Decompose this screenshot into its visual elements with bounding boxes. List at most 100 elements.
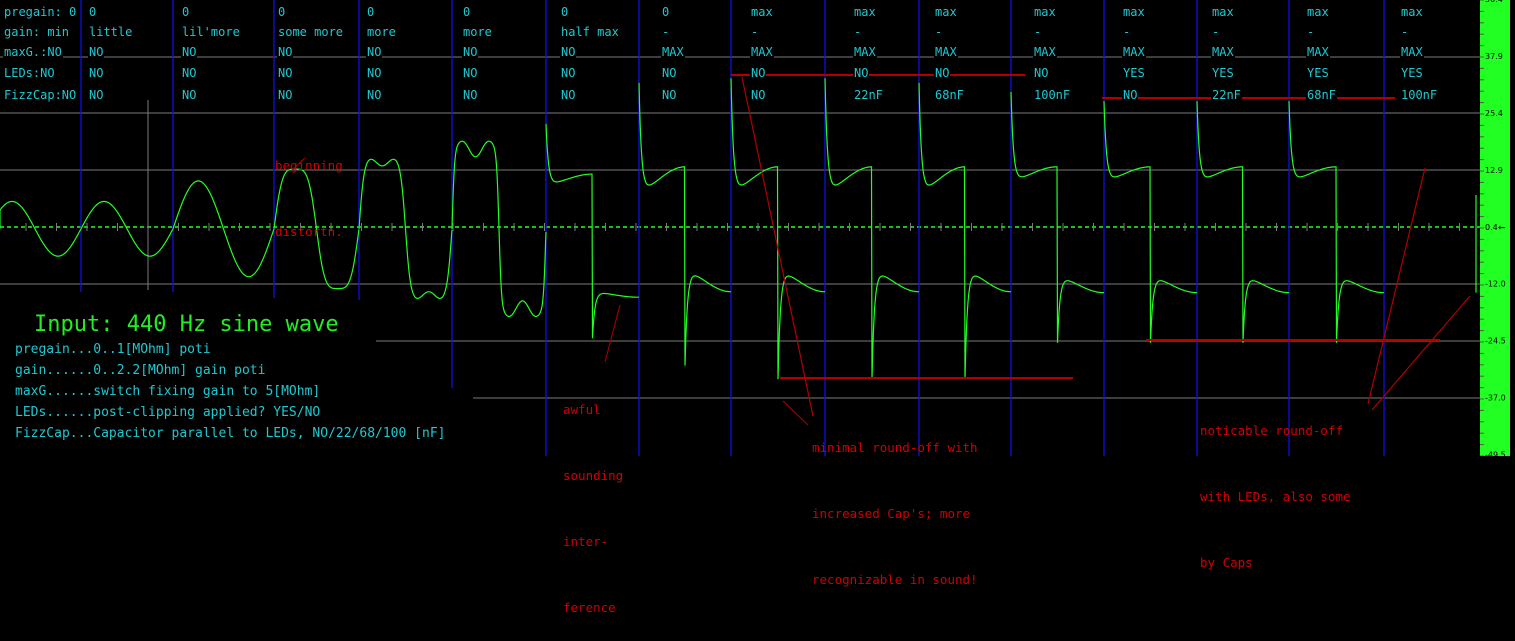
column-12-setting: NO [1122, 88, 1139, 102]
column-14-setting: 68nF [1306, 88, 1337, 102]
column-8-setting: max [750, 5, 774, 19]
note-line: by Caps [1200, 555, 1253, 570]
y-tick-label: 37.9 [1485, 52, 1503, 61]
column-5-setting: more [462, 25, 493, 39]
note-awful-interference: awful sounding inter- ference [563, 355, 623, 641]
y-tick-label: 12.9 [1485, 166, 1503, 175]
column-8-setting: NO [750, 66, 767, 80]
column-13-setting: YES [1211, 66, 1235, 80]
column-12-setting: YES [1122, 66, 1146, 80]
column-15-setting: 100nF [1400, 88, 1439, 102]
column-9-setting: - [853, 25, 863, 39]
column-4-setting: NO [366, 66, 383, 80]
baseline-marker-arrow-icon[interactable]: ← [1498, 220, 1505, 234]
column-3-setting: 0 [277, 5, 287, 19]
column-5-setting: NO [462, 45, 479, 59]
column-9-setting: MAX [853, 45, 877, 59]
legend-leds: LEDs......post-clipping applied? YES/NO [15, 405, 321, 420]
note-line: distortn. [275, 224, 343, 239]
column-5-setting: NO [462, 66, 479, 80]
legend-pregain: pregain...0..1[MOhm] poti [15, 342, 211, 357]
column-6-setting: NO [560, 45, 577, 59]
column-4-setting: NO [366, 88, 383, 102]
column-1-setting: NO [88, 45, 105, 59]
input-title: Input: 440 Hz sine wave [34, 312, 339, 337]
column-2-setting: NO [181, 45, 198, 59]
note-line: awful [563, 402, 601, 417]
note-noticable-roundoff: noticable round-off with LEDs, also some… [1200, 376, 1351, 596]
legend-gain: gain......0..2.2[MOhm] gain poti [15, 363, 266, 378]
row-label: gain: min [3, 25, 71, 39]
note-line: increased Cap's; more [812, 506, 971, 521]
column-12-setting: - [1122, 25, 1132, 39]
column-3-setting: NO [277, 88, 294, 102]
column-10-setting: - [934, 25, 944, 39]
column-10-setting: NO [934, 66, 951, 80]
row-label: LEDs:NO [3, 66, 56, 80]
column-5-setting: 0 [462, 5, 472, 19]
column-8-setting: NO [750, 88, 767, 102]
y-tick-label: -49.5 [1485, 451, 1506, 456]
column-7-setting: - [661, 25, 671, 39]
column-6-setting: half max [560, 25, 620, 39]
column-13-setting: max [1211, 5, 1235, 19]
column-13-setting: 22nF [1211, 88, 1242, 102]
column-9-setting: max [853, 5, 877, 19]
y-tick-label: -37.0 [1485, 394, 1506, 403]
y-tick-label: 0.4 [1485, 223, 1498, 232]
note-line: with LEDs, also some [1200, 489, 1351, 504]
column-11-setting: NO [1033, 66, 1050, 80]
column-7-setting: NO [661, 88, 678, 102]
column-14-setting: max [1306, 5, 1330, 19]
note-line: ference [563, 600, 616, 615]
column-14-setting: YES [1306, 66, 1330, 80]
column-1-setting: NO [88, 88, 105, 102]
column-11-setting: MAX [1033, 45, 1057, 59]
column-9-setting: 22nF [853, 88, 884, 102]
note-line: noticable round-off [1200, 423, 1343, 438]
column-13-setting: - [1211, 25, 1221, 39]
column-8-setting: - [750, 25, 760, 39]
column-15-setting: - [1400, 25, 1410, 39]
legend-maxg: maxG......switch fixing gain to 5[MOhm] [15, 384, 321, 399]
row-label: FizzCap:NO [3, 88, 78, 102]
column-1-setting: little [88, 25, 134, 39]
column-12-setting: MAX [1122, 45, 1146, 59]
y-tick-label: 50.4 [1485, 0, 1503, 4]
column-15-setting: YES [1400, 66, 1424, 80]
column-1-setting: NO [88, 66, 105, 80]
column-6-setting: NO [560, 66, 577, 80]
row-label: maxG.:NO [3, 45, 63, 59]
note-line: sounding [563, 468, 624, 483]
column-1-setting: 0 [88, 5, 98, 19]
note-line: recognizable in sound! [812, 572, 978, 587]
note-beginning-distortion: beginning distortn. [275, 111, 343, 265]
column-12-setting: max [1122, 5, 1146, 19]
y-tick-label: -24.5 [1485, 337, 1506, 346]
column-2-setting: NO [181, 66, 198, 80]
y-tick-label: -12.0 [1485, 280, 1506, 289]
column-10-setting: 68nF [934, 88, 965, 102]
column-3-setting: NO [277, 66, 294, 80]
column-3-setting: NO [277, 45, 294, 59]
column-7-setting: MAX [661, 45, 685, 59]
column-2-setting: NO [181, 88, 198, 102]
column-2-setting: lil'more [181, 25, 241, 39]
column-4-setting: more [366, 25, 397, 39]
column-4-setting: 0 [366, 5, 376, 19]
note-minimal-roundoff: minimal round-off with increased Cap's; … [812, 393, 978, 613]
column-9-setting: NO [853, 66, 870, 80]
note-line: inter- [563, 534, 609, 549]
column-10-setting: MAX [934, 45, 958, 59]
column-3-setting: some more [277, 25, 345, 39]
column-5-setting: NO [462, 88, 479, 102]
column-7-setting: 0 [661, 5, 671, 19]
column-8-setting: MAX [750, 45, 774, 59]
column-10-setting: max [934, 5, 958, 19]
column-11-setting: - [1033, 25, 1043, 39]
legend-fizzcap: FizzCap...Capacitor parallel to LEDs, NO… [15, 426, 446, 441]
column-14-setting: MAX [1306, 45, 1330, 59]
column-4-setting: NO [366, 45, 383, 59]
column-15-setting: max [1400, 5, 1424, 19]
column-6-setting: 0 [560, 5, 570, 19]
